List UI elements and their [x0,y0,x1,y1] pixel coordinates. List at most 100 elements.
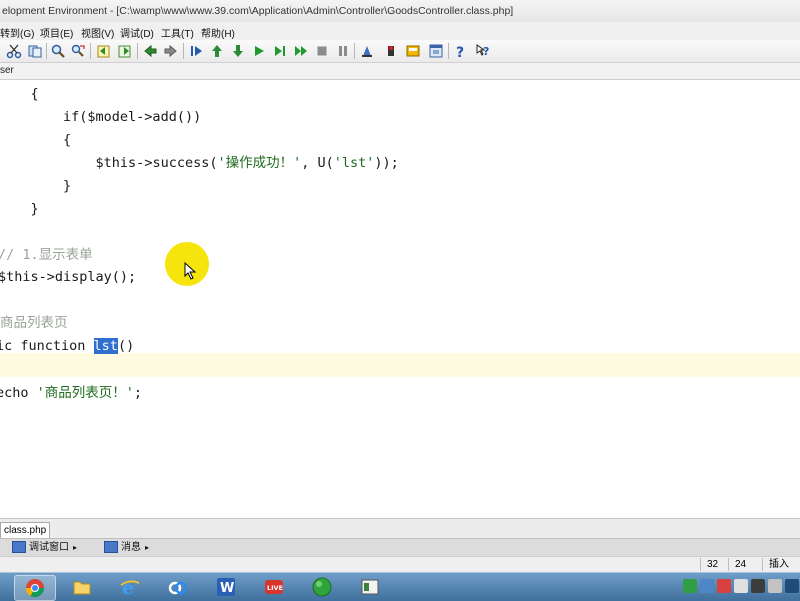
replace-icon[interactable] [70,43,86,59]
code-line: $this->display(); [0,267,136,287]
app-window-icon[interactable] [350,575,390,599]
menu-debug[interactable]: 调试(D) [120,25,154,40]
toolbar: ? ? [0,40,800,63]
step-in-icon[interactable] [189,43,205,59]
code-token: ; [133,385,143,401]
help-icon[interactable]: ? [453,43,469,59]
history-back-icon[interactable] [96,43,112,59]
title-bar: elopment Environment - [C:\wamp\www\www.… [0,0,800,23]
messages-icon [104,541,118,554]
panel-title: ser [0,65,14,76]
code-line: { [0,130,71,150]
up-icon[interactable] [209,43,225,59]
code-line: $this->success('操作成功！', U('lst')); [0,153,399,173]
code-line: // 1.显示表单 [0,245,93,265]
svg-text:?: ? [456,45,464,59]
code-token: $this->success( [95,155,218,171]
code-line: 商品列表页 [0,313,68,333]
tab-arrow-icon: ▸ [145,543,150,552]
current-line-highlight [0,353,800,377]
volume-icon[interactable] [751,579,765,593]
down-icon[interactable] [230,43,246,59]
code-line: echo '商品列表页！'; [0,383,142,403]
status-mode: 插入 [762,558,789,571]
code-line: if($model->add()) [0,107,201,127]
chrome-icon[interactable] [14,575,56,601]
breakpoint-icon[interactable] [383,43,399,59]
string-token: '操作成功！' [217,155,302,171]
tab-debug-window[interactable]: 调试窗口 ▸ [12,541,77,555]
code-line: } [0,176,71,196]
code-token: if($model->add()) [63,109,202,125]
tab-arrow-icon: ▸ [73,543,78,552]
status-line: 32 [700,558,718,571]
copy-icon[interactable] [27,43,43,59]
watch-icon[interactable] [405,43,421,59]
flag-icon[interactable] [700,579,714,593]
stop-icon[interactable] [314,43,330,59]
code-token: { [30,86,39,102]
baidu-netdisk-icon[interactable] [158,575,198,599]
clock-icon[interactable] [785,579,799,593]
bookmark-forward-icon[interactable] [163,43,179,59]
pause-icon[interactable] [335,43,351,59]
menu-bar: 转到(G) 项目(E) 视图(V) 调试(D) 工具(T) 帮助(H) [0,22,800,40]
bottom-panel-bar: 调试窗口 ▸ 消息 ▸ [0,538,800,557]
window-icon[interactable] [428,43,444,59]
explorer-folder-icon[interactable] [62,575,102,599]
code-token: } [63,178,72,194]
ie-icon[interactable]: e [110,575,150,599]
code-token: { [63,132,72,148]
code-token: () [117,338,135,354]
tab-label: 消息 [121,542,141,553]
continue-icon[interactable] [293,43,309,59]
keyboard-icon[interactable] [768,579,782,593]
code-editor[interactable]: { if($model->add()) { $this->success('操作… [0,80,800,518]
comment-token: 商品列表页 [0,315,68,331]
code-token: } [30,201,39,217]
run-to-cursor-icon[interactable] [272,43,288,59]
selected-token: lst [93,338,118,354]
sogou-ime-icon[interactable] [683,579,697,593]
tab-messages[interactable]: 消息 ▸ [104,541,149,555]
file-tab[interactable]: class.php [0,522,51,538]
code-token: , U( [301,155,334,171]
notification-icon[interactable] [717,579,731,593]
green-ball-icon[interactable] [302,575,342,599]
search-icon[interactable] [50,43,66,59]
debug-window-icon [12,541,26,554]
status-bar: 32 24 插入 [0,556,800,573]
debug-icon[interactable] [359,43,375,59]
cut-icon[interactable] [6,43,22,59]
comment-token: // 1.显示表单 [0,247,93,263]
code-line: { [0,84,39,104]
code-token: $this->display(); [0,269,137,285]
network-icon[interactable] [734,579,748,593]
bookmark-back-icon[interactable] [142,43,158,59]
tab-label: 调试窗口 [29,542,69,553]
menu-project[interactable]: 项目(E) [40,25,73,40]
run-icon[interactable] [251,43,267,59]
mouse-pointer-icon [184,262,197,280]
string-token: '商品列表页！' [36,385,134,401]
window-title: elopment Environment - [C:\wamp\www\www.… [2,5,514,17]
live-video-icon[interactable]: LIVE [254,575,294,599]
menu-view[interactable]: 视图(V) [81,25,114,40]
browser-panel-header: ser [0,63,800,80]
code-token: )); [374,155,399,171]
menu-goto[interactable]: 转到(G) [0,25,34,40]
context-help-icon[interactable]: ? [475,43,491,59]
history-forward-icon[interactable] [117,43,133,59]
word-icon[interactable]: W [206,575,246,599]
menu-tools[interactable]: 工具(T) [161,25,194,40]
status-col: 24 [728,558,746,571]
menu-help[interactable]: 帮助(H) [201,25,235,40]
code-token: echo [0,385,37,401]
svg-text:?: ? [483,45,489,58]
code-line: ic function lst() [0,336,134,356]
